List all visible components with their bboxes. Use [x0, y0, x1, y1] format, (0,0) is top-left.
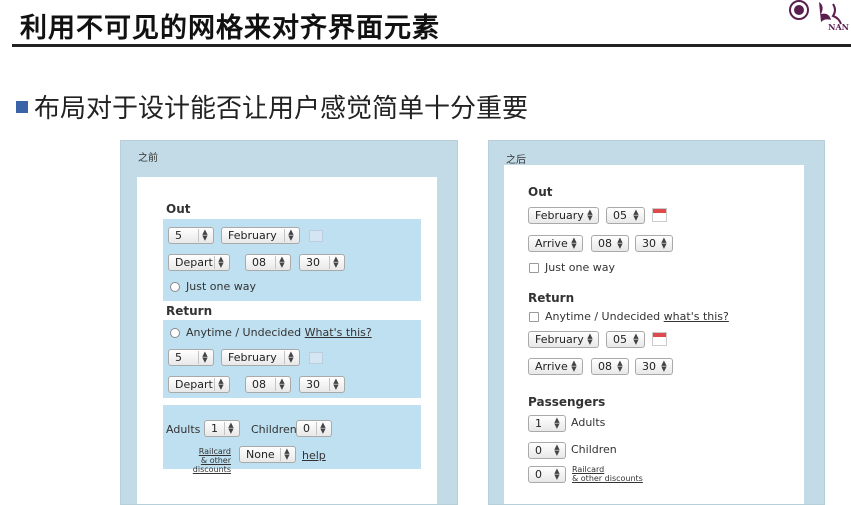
anytime-label: Anytime / Undecided what's this? [545, 310, 729, 323]
return-day-select[interactable]: 5 ▲ ▼ [168, 349, 214, 366]
calendar-icon[interactable] [652, 208, 667, 222]
whats-this-link[interactable]: what's this? [664, 310, 729, 323]
railcard-link[interactable]: Railcard & other discounts [572, 465, 652, 483]
after-screenshot: 之后 Out February ▲ ▼ 05 ▲ ▼ Arrive ▲ ▼ 08 ▲ ▼ 30 ▲… [488, 140, 825, 505]
just-one-way-checkbox[interactable] [529, 263, 539, 273]
bullet-point: 布局对于设计能否让用户感觉简单十分重要 [16, 88, 528, 125]
stepper-arrows-icon: ▲ ▼ [214, 378, 227, 391]
out-day-select[interactable]: 05 ▲ ▼ [606, 207, 645, 224]
railcard-select[interactable]: 0 ▲ ▼ [528, 466, 566, 483]
stepper-arrows-icon: ▲ ▼ [554, 443, 560, 457]
before-label: 之前 [138, 153, 158, 164]
calendar-icon[interactable] [309, 352, 323, 364]
out-hour-select[interactable]: 08 ▲ ▼ [245, 254, 291, 271]
logo-text: NAN [828, 22, 849, 32]
just-one-way-radio[interactable] [170, 282, 180, 292]
out-day-select[interactable]: 5 ▲ ▼ [168, 227, 214, 244]
out-minute-select[interactable]: 30 ▲ ▼ [299, 254, 345, 271]
stepper-arrows-icon: ▲ ▼ [275, 378, 288, 391]
children-label: Children [251, 423, 297, 436]
stepper-arrows-icon: ▲ ▼ [633, 332, 639, 346]
stepper-arrows-icon: ▲ ▼ [198, 229, 211, 242]
return-heading: Return [166, 304, 213, 318]
children-select[interactable]: 0 ▲ ▼ [528, 442, 566, 459]
passengers-heading: Passengers [528, 395, 606, 409]
railcard-link[interactable]: Railcard & other discounts [165, 447, 231, 474]
stepper-arrows-icon: ▲ ▼ [275, 256, 288, 269]
return-hour-select[interactable]: 08 ▲ ▼ [591, 358, 629, 375]
return-hour-select[interactable]: 08 ▲ ▼ [245, 376, 291, 393]
stepper-arrows-icon: ▲ ▼ [554, 416, 560, 430]
calendar-icon[interactable] [309, 230, 323, 242]
return-minute-select[interactable]: 30 ▲ ▼ [299, 376, 345, 393]
stepper-arrows-icon: ▲ ▼ [571, 359, 577, 373]
just-one-way-label: Just one way [186, 280, 256, 293]
children-label: Children [571, 443, 617, 456]
return-minute-select[interactable]: 30 ▲ ▼ [635, 358, 673, 375]
out-arrive-select[interactable]: Arrive ▲ ▼ [528, 235, 583, 252]
stepper-arrows-icon: ▲ ▼ [661, 236, 667, 250]
title-divider [12, 44, 851, 47]
return-arrive-select[interactable]: Arrive ▲ ▼ [528, 358, 583, 375]
after-label: 之后 [506, 155, 526, 166]
stepper-arrows-icon: ▲ ▼ [284, 229, 297, 242]
help-link[interactable]: help [302, 449, 326, 462]
stepper-arrows-icon: ▲ ▼ [329, 256, 342, 269]
return-month-select[interactable]: February ▲ ▼ [221, 349, 300, 366]
return-month-select[interactable]: February ▲ ▼ [528, 331, 599, 348]
calendar-icon[interactable] [652, 332, 667, 346]
out-heading: Out [166, 202, 191, 216]
stepper-arrows-icon: ▲ ▼ [280, 448, 293, 461]
stepper-arrows-icon: ▲ ▼ [617, 236, 623, 250]
before-form: Out 5 ▲ ▼ February ▲ ▼ Depart ▲ ▼ 08 ▲ ▼ 30 ▲ ▼ Ju… [137, 177, 437, 504]
adults-select[interactable]: 1 ▲ ▼ [204, 420, 240, 437]
railcard-select[interactable]: None ▲ ▼ [239, 446, 296, 463]
out-depart-select[interactable]: Depart ▲ ▼ [168, 254, 230, 271]
stepper-arrows-icon: ▲ ▼ [329, 378, 342, 391]
after-form: Out February ▲ ▼ 05 ▲ ▼ Arrive ▲ ▼ 08 ▲ ▼ 30 ▲ ▼ J… [504, 165, 804, 504]
out-month-select[interactable]: February ▲ ▼ [528, 207, 599, 224]
stepper-arrows-icon: ▲ ▼ [316, 422, 329, 435]
bullet-square-icon [16, 100, 28, 113]
adults-label: Adults [571, 416, 606, 429]
out-hour-select[interactable]: 08 ▲ ▼ [591, 235, 629, 252]
children-select[interactable]: 0 ▲ ▼ [296, 420, 332, 437]
anytime-label: Anytime / Undecided What's this? [186, 326, 372, 339]
adults-label: Adults [166, 423, 201, 436]
whats-this-link[interactable]: What's this? [305, 326, 372, 339]
stepper-arrows-icon: ▲ ▼ [554, 467, 560, 481]
bullet-text: 布局对于设计能否让用户感觉简单十分重要 [34, 94, 529, 124]
stepper-arrows-icon: ▲ ▼ [617, 359, 623, 373]
stepper-arrows-icon: ▲ ▼ [571, 236, 577, 250]
out-minute-select[interactable]: 30 ▲ ▼ [635, 235, 673, 252]
stepper-arrows-icon: ▲ ▼ [587, 332, 593, 346]
return-day-select[interactable]: 05 ▲ ▼ [606, 331, 645, 348]
just-one-way-label: Just one way [545, 261, 615, 274]
return-depart-select[interactable]: Depart ▲ ▼ [168, 376, 230, 393]
slide-title: 利用不可见的网格来对齐界面元素 [20, 13, 440, 44]
anytime-checkbox[interactable] [529, 312, 539, 322]
out-heading: Out [528, 185, 553, 199]
anytime-radio[interactable] [170, 328, 180, 338]
stepper-arrows-icon: ▲ ▼ [661, 359, 667, 373]
stepper-arrows-icon: ▲ ▼ [198, 351, 211, 364]
stepper-arrows-icon: ▲ ▼ [587, 208, 593, 222]
return-heading: Return [528, 291, 575, 305]
before-screenshot: 之前 Out 5 ▲ ▼ February ▲ ▼ Depart ▲ ▼ 08 ▲ ▼ 30 ▲ ▼… [120, 140, 458, 505]
stepper-arrows-icon: ▲ ▼ [633, 208, 639, 222]
stepper-arrows-icon: ▲ ▼ [284, 351, 297, 364]
out-month-select[interactable]: February ▲ ▼ [221, 227, 300, 244]
adults-select[interactable]: 1 ▲ ▼ [528, 415, 566, 432]
stepper-arrows-icon: ▲ ▼ [214, 256, 227, 269]
stepper-arrows-icon: ▲ ▼ [224, 422, 237, 435]
